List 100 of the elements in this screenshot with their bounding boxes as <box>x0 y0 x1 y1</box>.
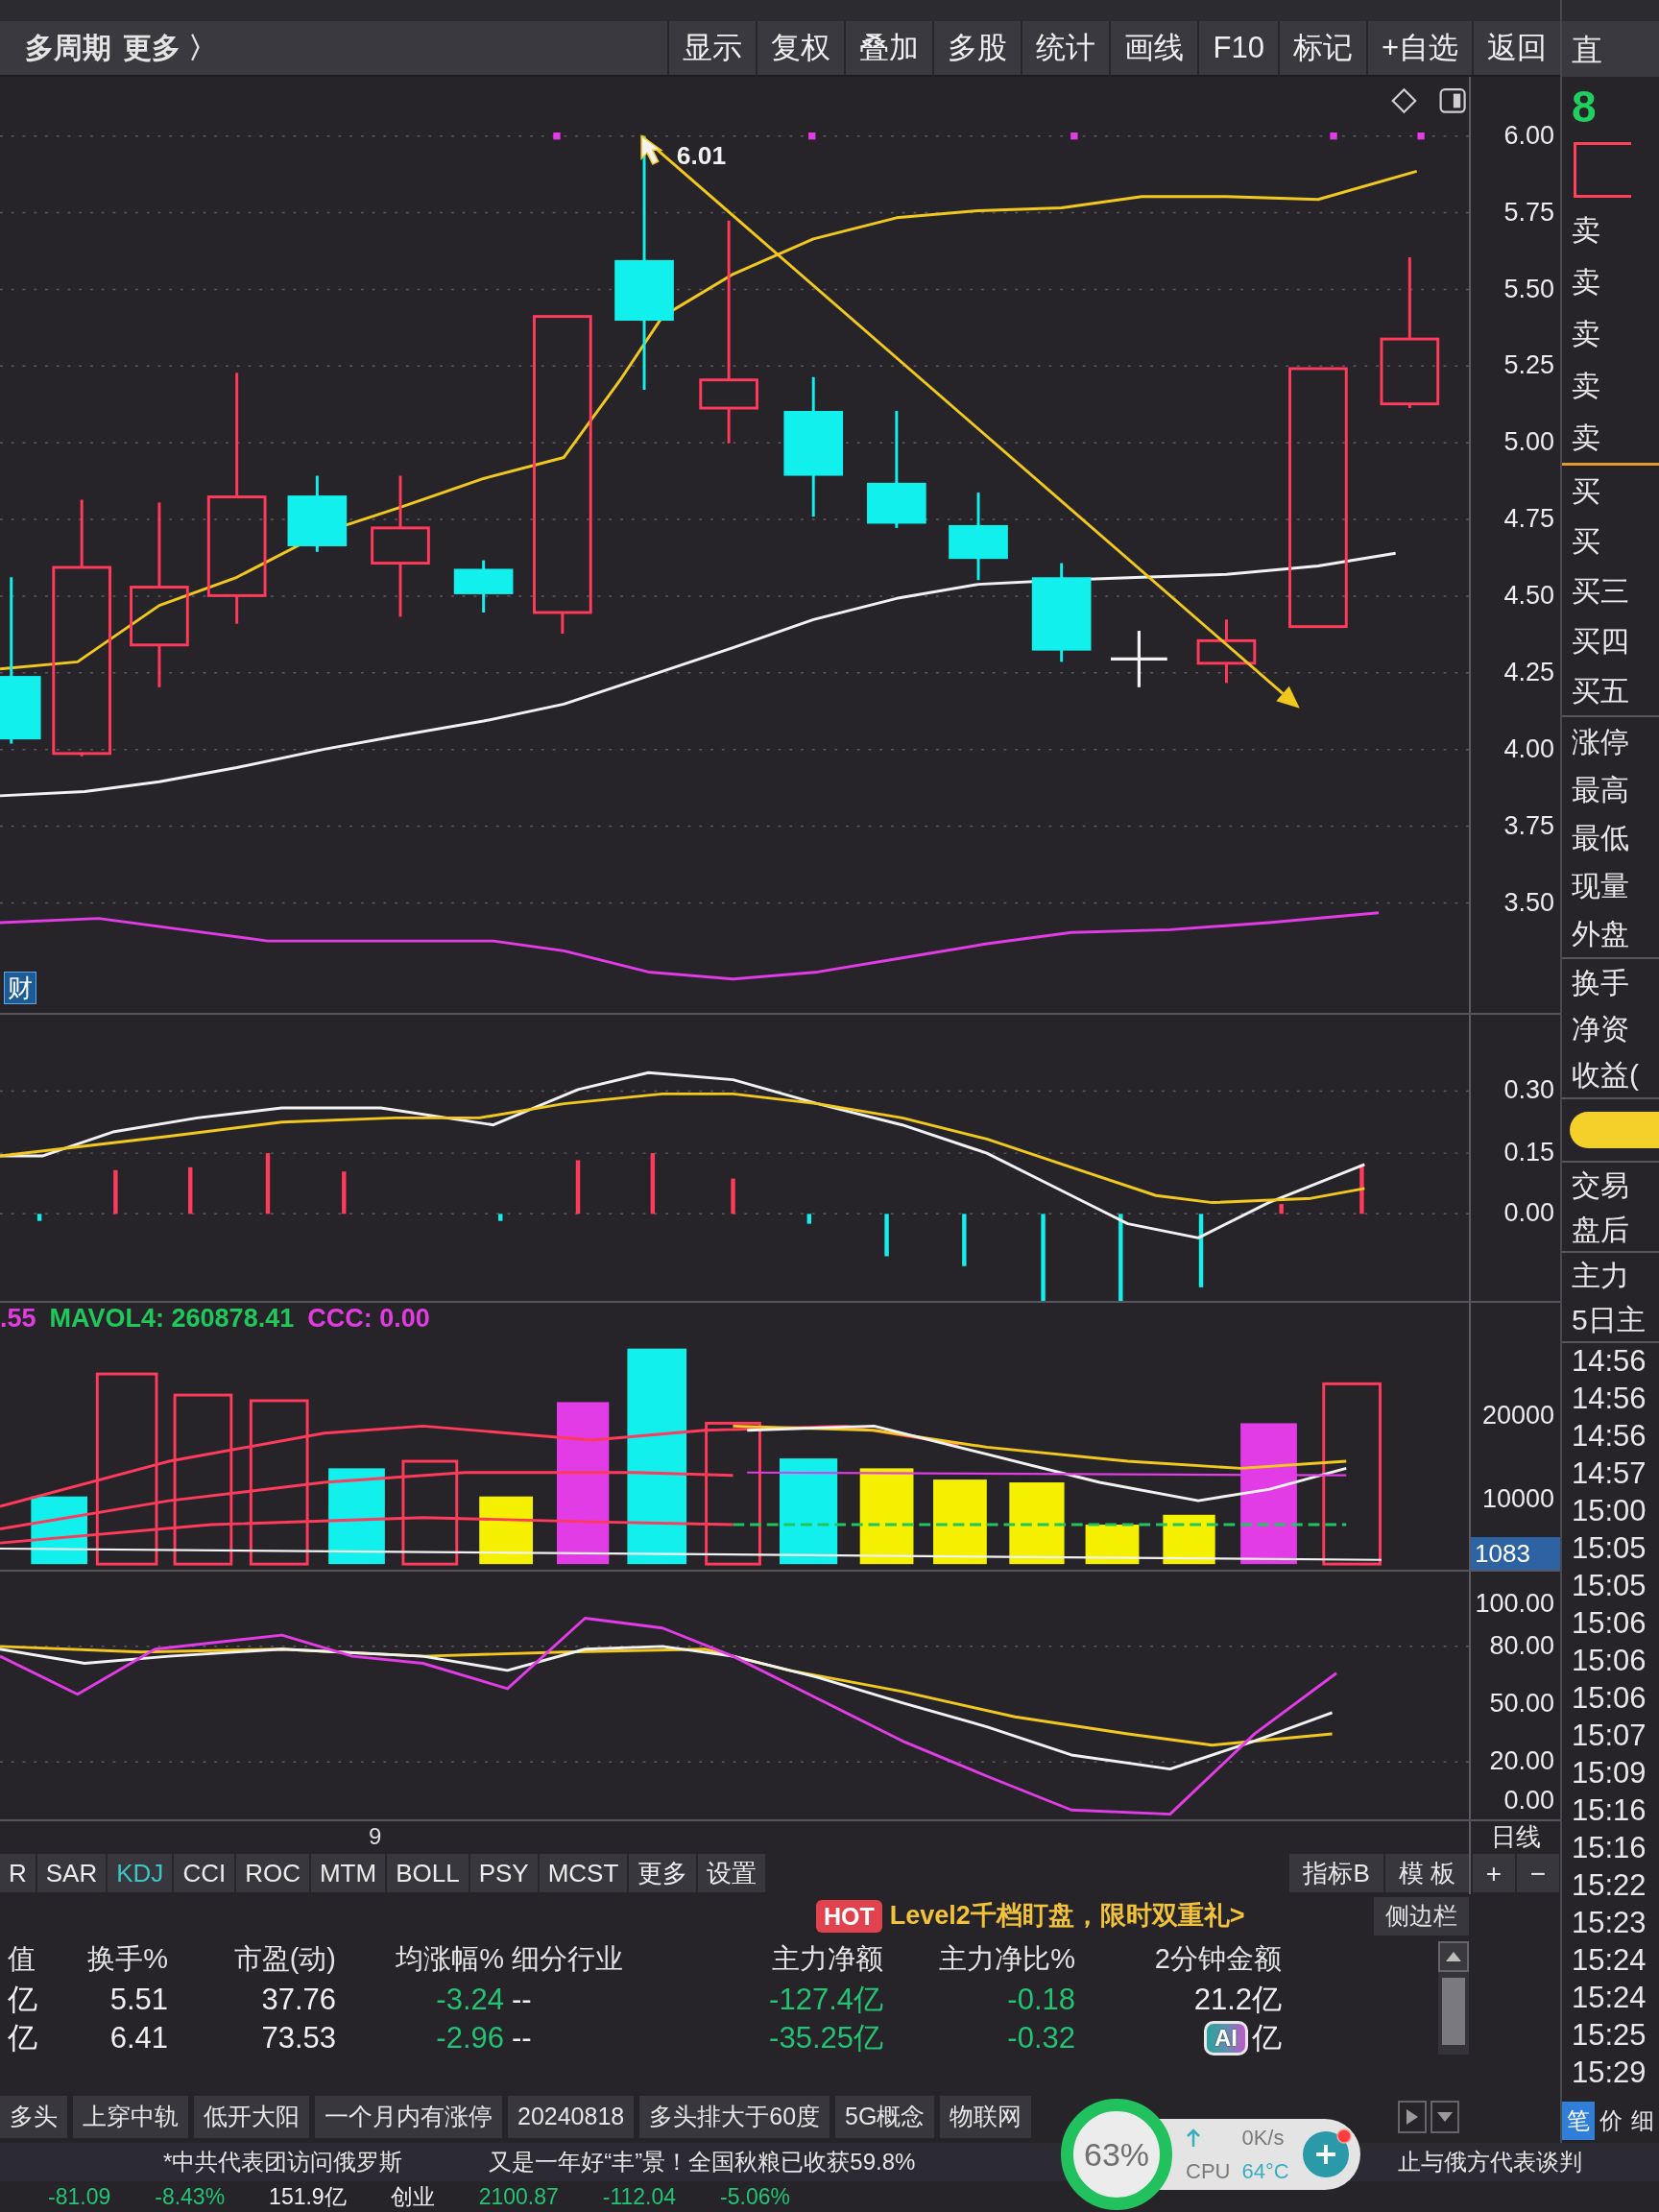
tab[interactable]: 细 <box>1626 2102 1659 2140</box>
order-book-label: 买三 <box>1572 573 1629 609</box>
tag-chip[interactable]: 多头排大于60度 <box>639 2096 830 2138</box>
scrollbar-thumb[interactable] <box>1442 1978 1465 2045</box>
toolbar-button[interactable]: 叠加 <box>844 21 933 75</box>
toolbar-button[interactable]: 显示 <box>667 21 757 75</box>
indicator-legend: .55 <box>0 1303 36 1334</box>
macd-bar <box>113 1169 118 1214</box>
indicator-tab[interactable]: PSY <box>469 1854 540 1892</box>
period-button[interactable]: 日线 <box>1486 1821 1545 1852</box>
toolbar-button[interactable]: 标记 <box>1277 21 1366 75</box>
table-cell: -- <box>512 2020 532 2055</box>
network-speed: 0K/s <box>1241 2125 1286 2152</box>
indicator-tab[interactable]: KDJ <box>108 1854 175 1892</box>
trade-time: 15:29 <box>1572 2055 1647 2092</box>
news-headline[interactable]: 又是一年好“丰”景！全国秋粮已收获59.8% <box>489 2145 916 2179</box>
panel-title: 直 <box>1571 32 1602 69</box>
tag-chip[interactable]: 多头 <box>0 2096 67 2138</box>
trade-time: 15:06 <box>1572 1643 1647 1680</box>
scroll-right-button[interactable] <box>1398 2101 1427 2133</box>
indicator-tab[interactable]: BOLL <box>387 1854 470 1892</box>
status-label: 盘后 <box>1572 1212 1629 1247</box>
toolbar-button[interactable]: 多股 <box>932 21 1022 75</box>
macd-bar <box>36 1214 42 1221</box>
trade-time: 15:07 <box>1572 1718 1647 1755</box>
pill-button[interactable] <box>1570 1112 1659 1148</box>
column-header: 细分行业 <box>512 1942 623 1974</box>
tag-chip[interactable]: 上穿中轨 <box>73 2096 188 2138</box>
indicator-tab[interactable]: MTM <box>310 1854 388 1892</box>
falling-candle <box>453 560 514 613</box>
outlined-frame <box>1574 142 1631 198</box>
tab[interactable]: 价 <box>1594 2102 1627 2140</box>
panel-toggle-icon[interactable] <box>1439 88 1466 113</box>
add-button[interactable] <box>1302 2131 1349 2177</box>
tag-chip[interactable]: 一个月内有涨停 <box>315 2096 502 2138</box>
trade-time: 15:05 <box>1572 1568 1647 1605</box>
toolbar-button[interactable]: 返回 <box>1472 21 1560 75</box>
indicator-tab[interactable]: R <box>0 1854 37 1892</box>
table-cell: -35.25亿 <box>769 2020 883 2055</box>
trade-time: 15:00 <box>1572 1493 1647 1530</box>
indicator-tab[interactable]: 更多 <box>629 1854 699 1892</box>
tag-chip[interactable]: 20240818 <box>508 2096 635 2138</box>
dropdown-button[interactable] <box>1431 2101 1459 2133</box>
diamond-icon[interactable] <box>1391 87 1417 114</box>
index-value: -5.06% <box>720 2182 790 2211</box>
news-headline[interactable]: 止与俄方代表谈判 <box>1398 2145 1582 2179</box>
chart-tool-button[interactable]: 指标B <box>1287 1854 1383 1892</box>
trade-time: 15:22 <box>1572 1867 1647 1905</box>
indicator-tab[interactable]: SAR <box>36 1854 108 1892</box>
memory-usage-badge[interactable]: 63% <box>1061 2099 1172 2210</box>
table-cell: -127.4亿 <box>769 1982 883 2016</box>
order-book-label: 卖 <box>1572 368 1600 403</box>
pointer-arrow-icon <box>640 134 663 166</box>
trade-time: 14:56 <box>1572 1418 1647 1455</box>
macd-bar <box>650 1153 656 1214</box>
index-value: -8.43% <box>155 2182 226 2211</box>
column-header: 均涨幅% <box>396 1942 504 1974</box>
quote-label: 现量 <box>1572 868 1629 903</box>
sidebar-toggle-button[interactable]: 侧边栏 <box>1374 1896 1469 1936</box>
quote-label: 换手 <box>1572 965 1629 1000</box>
axis-label: 80.00 <box>1489 1632 1554 1661</box>
toolbar-button[interactable]: F10 <box>1197 21 1278 75</box>
zoom-button[interactable]: + <box>1471 1854 1515 1892</box>
indicator-tab[interactable]: CCI <box>174 1854 237 1892</box>
news-headline[interactable]: *中共代表团访问俄罗斯 <box>163 2145 403 2179</box>
macd-bar <box>575 1160 581 1214</box>
promo-link[interactable]: Level2千档盯盘，限时双重礼> <box>889 1896 1245 1936</box>
macd-bar <box>498 1214 503 1221</box>
table-cell: 21.2亿 <box>1193 1982 1282 2016</box>
tag-chip[interactable]: 物联网 <box>940 2096 1032 2138</box>
tag-chip[interactable]: 5G概念 <box>835 2096 935 2138</box>
cpu-temperature: 64°C <box>1241 2158 1289 2185</box>
toolbar-button[interactable]: +自选 <box>1365 21 1472 75</box>
plus-icon <box>1313 2143 1337 2166</box>
volume-bar <box>479 1496 534 1565</box>
notification-dot-icon <box>1335 2128 1352 2144</box>
menu-link[interactable]: 多周期 <box>19 21 117 75</box>
triangle-down-icon <box>1437 2112 1453 2122</box>
tab[interactable]: 笔 <box>1562 2102 1595 2140</box>
indicator-tab[interactable]: ROC <box>236 1854 311 1892</box>
toolbar-button[interactable]: 画线 <box>1109 21 1198 75</box>
zoom-button[interactable]: − <box>1515 1854 1559 1892</box>
menu-link[interactable]: 更多 〉 <box>117 21 224 75</box>
toolbar-button[interactable]: 统计 <box>1021 21 1110 75</box>
toolbar-button[interactable]: 复权 <box>756 21 845 75</box>
axis-label: 4.75 <box>1503 505 1554 535</box>
indicator-legend: MAVOL4: 260878.41 <box>49 1303 295 1334</box>
scroll-up-button[interactable] <box>1438 1941 1469 1972</box>
macd-bar <box>962 1214 967 1266</box>
tag-chip[interactable]: 低开大阳 <box>194 2096 309 2138</box>
chart-tool-button[interactable]: 模 板 <box>1382 1854 1469 1892</box>
volume-bar <box>1085 1525 1140 1565</box>
axis-label: 100.00 <box>1475 1589 1554 1619</box>
indicator-tab[interactable]: 设置 <box>698 1854 768 1892</box>
indicator-tab[interactable]: MCST <box>539 1854 630 1892</box>
quote-label: 收益( <box>1572 1057 1639 1093</box>
fund-flow-label: 主力 <box>1572 1258 1629 1293</box>
axis-label: 4.00 <box>1503 735 1554 764</box>
macd-bar <box>884 1214 889 1257</box>
finance-badge[interactable]: 财 <box>4 972 36 1004</box>
